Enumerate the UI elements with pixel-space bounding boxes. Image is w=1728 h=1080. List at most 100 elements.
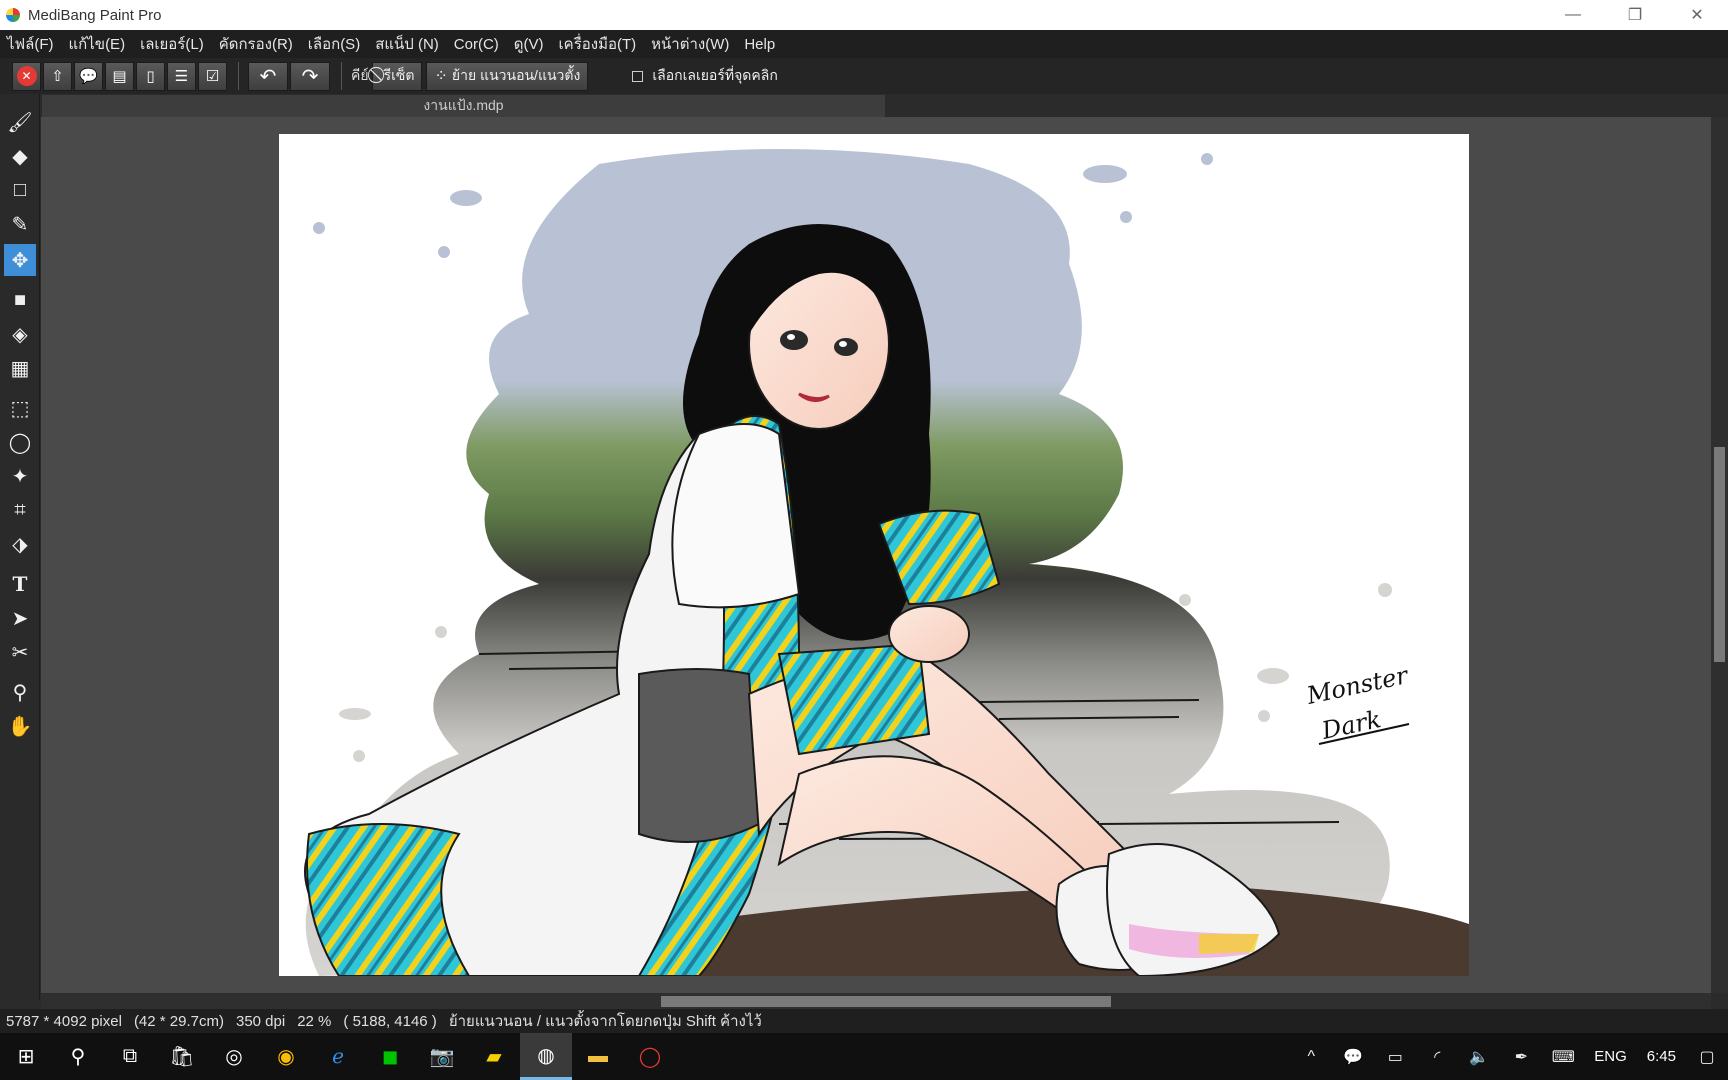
line-app[interactable]: ◼ [364,1033,416,1080]
task-view-button[interactable]: ⧉ [104,1033,156,1080]
menu-edit[interactable]: แก้ไข(E) [69,32,126,56]
maximize-button[interactable]: ❐ [1604,0,1666,30]
horizontal-scroll-thumb[interactable] [661,996,1111,1007]
magic-wand-tool[interactable]: ✦ [4,460,36,492]
dot-tool[interactable]: □ [4,174,36,206]
text-icon: T [12,572,28,596]
window-title: MediBang Paint Pro [28,6,162,24]
move-mode-button[interactable]: ⁘ ย้าย แนวนอน/แนวตั้ง [426,61,589,91]
bucket-tool[interactable]: ◈ [4,318,36,350]
horizontal-scrollbar[interactable] [41,993,1711,1009]
chrome-app[interactable]: ◉ [260,1033,312,1080]
tray-chat-button[interactable]: 💬 [1332,1033,1374,1080]
eraser-tool[interactable]: ◆ [4,140,36,172]
menu-window[interactable]: หน้าต่าง(W) [651,32,729,56]
redo-icon: ↷ [301,65,319,88]
select-layer-checkbox[interactable]: เลือกเลเยอร์ที่จุดคลิก [632,65,778,87]
lasso-tool[interactable]: ◯ [4,426,36,458]
menu-tools[interactable]: เครื่องมือ(T) [559,32,637,56]
volume-button[interactable]: 🔈 [1458,1033,1500,1080]
menu-select[interactable]: เลือก(S) [308,32,360,56]
speech-bubble-icon: 💬 [79,68,98,85]
select-eraser-tool[interactable]: ⬗ [4,528,36,560]
comment-button[interactable]: ▤ [105,61,134,91]
wifi-button[interactable]: ◜ [1416,1033,1458,1080]
undo-button[interactable]: ↶ [248,61,288,91]
comment-icon: ▤ [112,68,127,85]
edge-app[interactable]: ℯ [312,1033,364,1080]
gradient-tool[interactable]: ▦ [4,352,36,384]
menu-help[interactable]: Help [744,36,775,53]
start-button[interactable]: ⊞ [0,1033,52,1080]
language-indicator[interactable]: ENG [1584,1048,1637,1065]
vertical-scrollbar[interactable] [1711,117,1728,993]
rect-select-tool[interactable]: ⬚ [4,392,36,424]
tray-expand-button[interactable]: ^ [1290,1033,1332,1080]
operation-tool[interactable]: ➤ [4,602,36,634]
title-bar: MediBang Paint Pro — ❐ ✕ [0,0,1728,30]
keyboard-button[interactable]: ⌨ [1542,1033,1584,1080]
move-tool[interactable]: ✥ [4,244,36,276]
share-button[interactable]: ⇧ [43,61,72,91]
medibang-app[interactable]: ◍ [520,1033,572,1080]
medibang-icon: ◍ [537,1044,555,1067]
sticky-notes-app[interactable]: ▰ [468,1033,520,1080]
move-grid-icon: ⁘ [434,68,448,85]
reset-button[interactable]: ⃠ รีเซ็ต [371,61,423,91]
battery-button[interactable]: ▭ [1374,1033,1416,1080]
hand-tool[interactable]: ✋ [4,710,36,742]
select-pen-tool[interactable]: ⌗ [4,494,36,526]
divide-tool[interactable]: ✂ [4,636,36,668]
menu-layer[interactable]: เลเยอร์(L) [140,32,204,56]
checkbox-box[interactable] [632,70,644,82]
checklist-button[interactable]: ☑ [198,61,227,91]
pen-icon: ✎ [11,213,29,236]
signature-line2: Dark [1318,705,1383,745]
vertical-scroll-thumb[interactable] [1714,447,1725,662]
keyboard-icon: ⌨ [1551,1048,1575,1066]
clock[interactable]: 6:45 [1637,1048,1686,1065]
media-app[interactable]: ◎ [208,1033,260,1080]
menu-snap[interactable]: สแน็ป (N) [375,32,439,56]
red-app[interactable]: ◯ [624,1033,676,1080]
fill-rect-tool[interactable]: ■ [4,284,36,316]
store-app[interactable]: 🛍 [156,1033,208,1080]
folder-icon: ▬ [588,1045,608,1067]
document-tab[interactable]: งานแป้ง.mdp [42,95,885,117]
wifi-icon: ◜ [1434,1048,1441,1066]
status-cursor: ( 5188, 4146 ) [343,1012,437,1030]
text-tool[interactable]: T [4,568,36,600]
medibang-logo-icon [6,8,20,22]
blur-tool[interactable]: ✎ [4,208,36,240]
toolbar: ✕ ⇧ 💬 ▤ ▯ ☰ ☑ ↶ ↷ คีย์ ⃠ รีเซ็ต ⁘ ย้าย แ… [0,58,1728,94]
status-dpi: 350 dpi [235,1012,286,1030]
brush-icon: 🖌 [7,111,33,134]
pointer-icon: ➤ [11,607,29,630]
menu-color[interactable]: Cor(C) [454,36,499,53]
redo-button[interactable]: ↷ [290,61,330,91]
eyedropper-tool[interactable]: ⚲ [4,676,36,708]
menu-filter[interactable]: คัดกรอง(R) [219,32,293,56]
page-button[interactable]: ▯ [136,61,165,91]
chevron-up-icon: ^ [1307,1047,1316,1065]
magic-wand-icon: ✦ [11,465,29,488]
status-size-cm: (42 * 29.7cm) [133,1012,224,1030]
battery-icon: ▭ [1387,1048,1403,1066]
artwork-canvas[interactable]: Monster Dark [279,134,1469,976]
close-button[interactable]: ✕ [1666,0,1728,30]
search-button[interactable]: ⚲ [52,1033,104,1080]
select-pen-icon: ⌗ [14,498,26,521]
menu-file[interactable]: ไฟล์(F) [7,32,54,56]
menu-view[interactable]: ดู(V) [514,32,544,56]
toolbar-separator [238,62,239,90]
notifications-button[interactable]: ▢ [1686,1033,1728,1080]
file-explorer-app[interactable]: ▬ [572,1033,624,1080]
cloud-close-button[interactable]: ✕ [12,61,41,91]
brush-tool[interactable]: 🖌 [4,106,36,138]
speech-bubble-button[interactable]: 💬 [74,61,103,91]
red-ring-icon: ◯ [638,1046,662,1068]
camera-app[interactable]: 📷 [416,1033,468,1080]
list-button[interactable]: ☰ [167,61,196,91]
minimize-button[interactable]: — [1542,0,1604,30]
pen-button[interactable]: ✒ [1500,1033,1542,1080]
